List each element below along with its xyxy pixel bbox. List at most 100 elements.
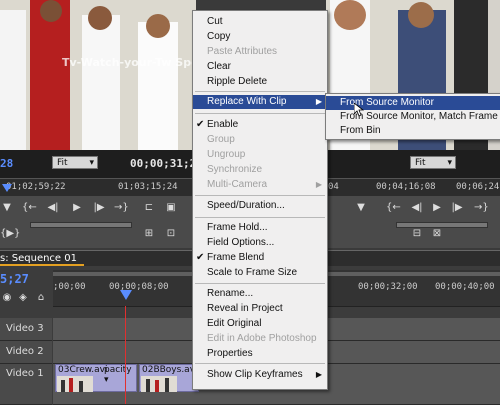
play-icon[interactable]: ▶ [70,202,84,214]
menu-item-speed-duration[interactable]: Speed/Duration... [193,199,327,213]
menu-item-label: From Bin [340,125,381,136]
menu-item-label: Rename... [207,288,254,299]
ruler-label: 04 [328,182,339,192]
menu-item-label: Field Options... [207,237,275,248]
person-figure [334,0,366,30]
clip-thumbnail [57,376,93,392]
ruler-label: 00;04;16;08 [376,182,436,192]
opacity-dropdown[interactable]: pacity ▾ [104,365,136,385]
clip-02bboys[interactable]: 02BBoys.avi [139,364,199,392]
menu-item-copy[interactable]: Copy [193,30,327,44]
snap-icon[interactable]: ◉ [0,292,14,304]
mouse-cursor-icon [354,103,364,117]
ruler-label: 00;00;32;00 [358,282,418,292]
menu-item-reveal-in-project[interactable]: Reveal in Project [193,302,327,316]
menu-item-edit-in-adobe-photoshop: Edit in Adobe Photoshop [193,332,327,346]
play-icon[interactable]: ▶ [430,202,444,214]
program-fit-dropdown[interactable]: Fit ▾ [410,156,456,169]
menu-item-show-clip-keyframes[interactable]: Show Clip Keyframes ▶ [193,368,327,382]
menu-item-properties[interactable]: Properties [193,347,327,361]
person-figure [88,6,112,30]
menu-item-clear[interactable]: Clear [193,60,327,74]
menu-separator [195,113,325,114]
step-forward-icon[interactable]: |▶ [450,202,464,214]
menu-separator [195,217,325,218]
person-figure [82,15,120,150]
clip-context-menu: Cut Copy Paste Attributes Clear Ripple Delet… [192,10,328,390]
mark-out-icon[interactable]: ▼ [354,202,368,214]
menu-item-label: Ripple Delete [207,76,268,87]
marker-icon[interactable]: ⌂ [34,292,48,304]
step-back-icon[interactable]: ◀| [410,202,424,214]
submenu-item-from-source-monitor-match-frame[interactable]: From Source Monitor, Match Frame [326,110,500,124]
menu-item-label: Scale to Frame Size [207,267,298,278]
menu-item-paste-attributes: Paste Attributes [193,45,327,59]
extract-icon[interactable]: ⊠ [430,228,444,240]
program-transport-controls: ▼ {← ◀| ▶ |▶ →} ⊟ ⊠ [326,196,500,248]
ruler-label: 00;06;24; [456,182,500,192]
menu-item-label: Group [207,134,235,145]
ruler-label: 00;00;40;00 [435,282,495,292]
menu-item-group: Group [193,133,327,147]
overlay-icon[interactable]: ⊡ [164,228,178,240]
menu-item-rename[interactable]: Rename... [193,287,327,301]
source-current-timecode: 00;00;31;2 [130,157,197,170]
menu-item-edit-original[interactable]: Edit Original [193,317,327,331]
go-to-in-icon[interactable]: {← [22,202,37,214]
track-header-video-3[interactable]: Video 3 [0,318,52,341]
submenu-arrow-icon: ▶ [315,180,322,189]
menu-item-label: Synchronize [207,164,263,175]
loop-icon[interactable]: ⊏ [142,202,156,214]
submenu-item-from-source-monitor[interactable]: From Source Monitor [326,96,500,110]
insert-icon[interactable]: ⊞ [142,228,156,240]
track-label: Video 2 [6,346,44,357]
step-back-icon[interactable]: ◀| [46,202,60,214]
menu-item-label: Cut [207,16,223,27]
menu-item-label: Reveal in Project [207,303,283,314]
menu-item-label: Clear [207,61,231,72]
source-time-ruler[interactable]: 01;02;59;22 01;03;15;24 [0,178,196,197]
timeline-playhead-line [125,306,126,404]
menu-item-multi-camera: Multi-Camera ▶ [193,178,327,192]
playhead-marker[interactable] [120,290,132,300]
timeline-timecode[interactable]: 5;27 [0,272,29,286]
source-fit-dropdown[interactable]: Fit ▾ [52,156,98,169]
source-in-timecode[interactable]: 28 [0,157,13,170]
go-to-out-icon[interactable]: →} [474,202,489,214]
track-header-video-2[interactable]: Video 2 [0,341,52,364]
chevron-down-icon: ▾ [89,158,94,168]
menu-item-label: Show Clip Keyframes [207,369,303,380]
menu-item-label: Paste Attributes [207,46,278,57]
menu-item-label: Frame Blend [207,252,265,263]
lift-icon[interactable]: ⊟ [410,228,424,240]
submenu-item-from-bin[interactable]: From Bin [326,124,500,138]
menu-item-enable[interactable]: ✔ Enable [193,118,327,132]
menu-item-frame-blend[interactable]: ✔ Frame Blend [193,251,327,265]
menu-item-frame-hold[interactable]: Frame Hold... [193,221,327,235]
menu-item-replace-with-clip[interactable]: Replace With Clip ▶ [193,95,327,109]
fit-label: Fit [415,158,426,168]
menu-item-ripple-delete[interactable]: Ripple Delete [193,75,327,89]
ruler-label: 01;02;59;22 [6,182,66,192]
safe-margins-icon[interactable]: ▣ [164,202,178,214]
ruler-label: ;00;00 [53,282,86,292]
playhead-marker[interactable] [2,184,12,192]
menu-item-scale-to-frame-size[interactable]: Scale to Frame Size [193,266,327,280]
source-transport-controls: ▼ {← ◀| ▶ |▶ →} ⊏ ▣ {▶} ⊞ ⊡ [0,196,196,248]
menu-separator [195,363,325,364]
clip-label: 03Crew.avi [58,365,108,375]
menu-item-cut[interactable]: Cut [193,15,327,29]
play-in-to-out-icon[interactable]: {▶} [0,228,20,240]
shuttle-slider[interactable] [30,222,132,228]
replace-with-clip-submenu: From Source Monitor From Source Monitor, … [325,93,500,140]
step-forward-icon[interactable]: |▶ [92,202,106,214]
go-to-in-icon[interactable]: {← [386,202,401,214]
checkmark-icon: ✔ [196,119,205,130]
tab-sequence-01[interactable]: s: Sequence 01 [0,253,77,264]
program-time-ruler[interactable]: 04 00;04;16;08 00;06;24; [326,178,500,197]
keyframe-icon[interactable]: ◈ [16,292,30,304]
go-to-out-icon[interactable]: →} [114,202,129,214]
mark-in-icon[interactable]: ▼ [0,202,14,214]
menu-item-field-options[interactable]: Field Options... [193,236,327,250]
track-header-video-1[interactable]: Video 1 [0,364,52,405]
